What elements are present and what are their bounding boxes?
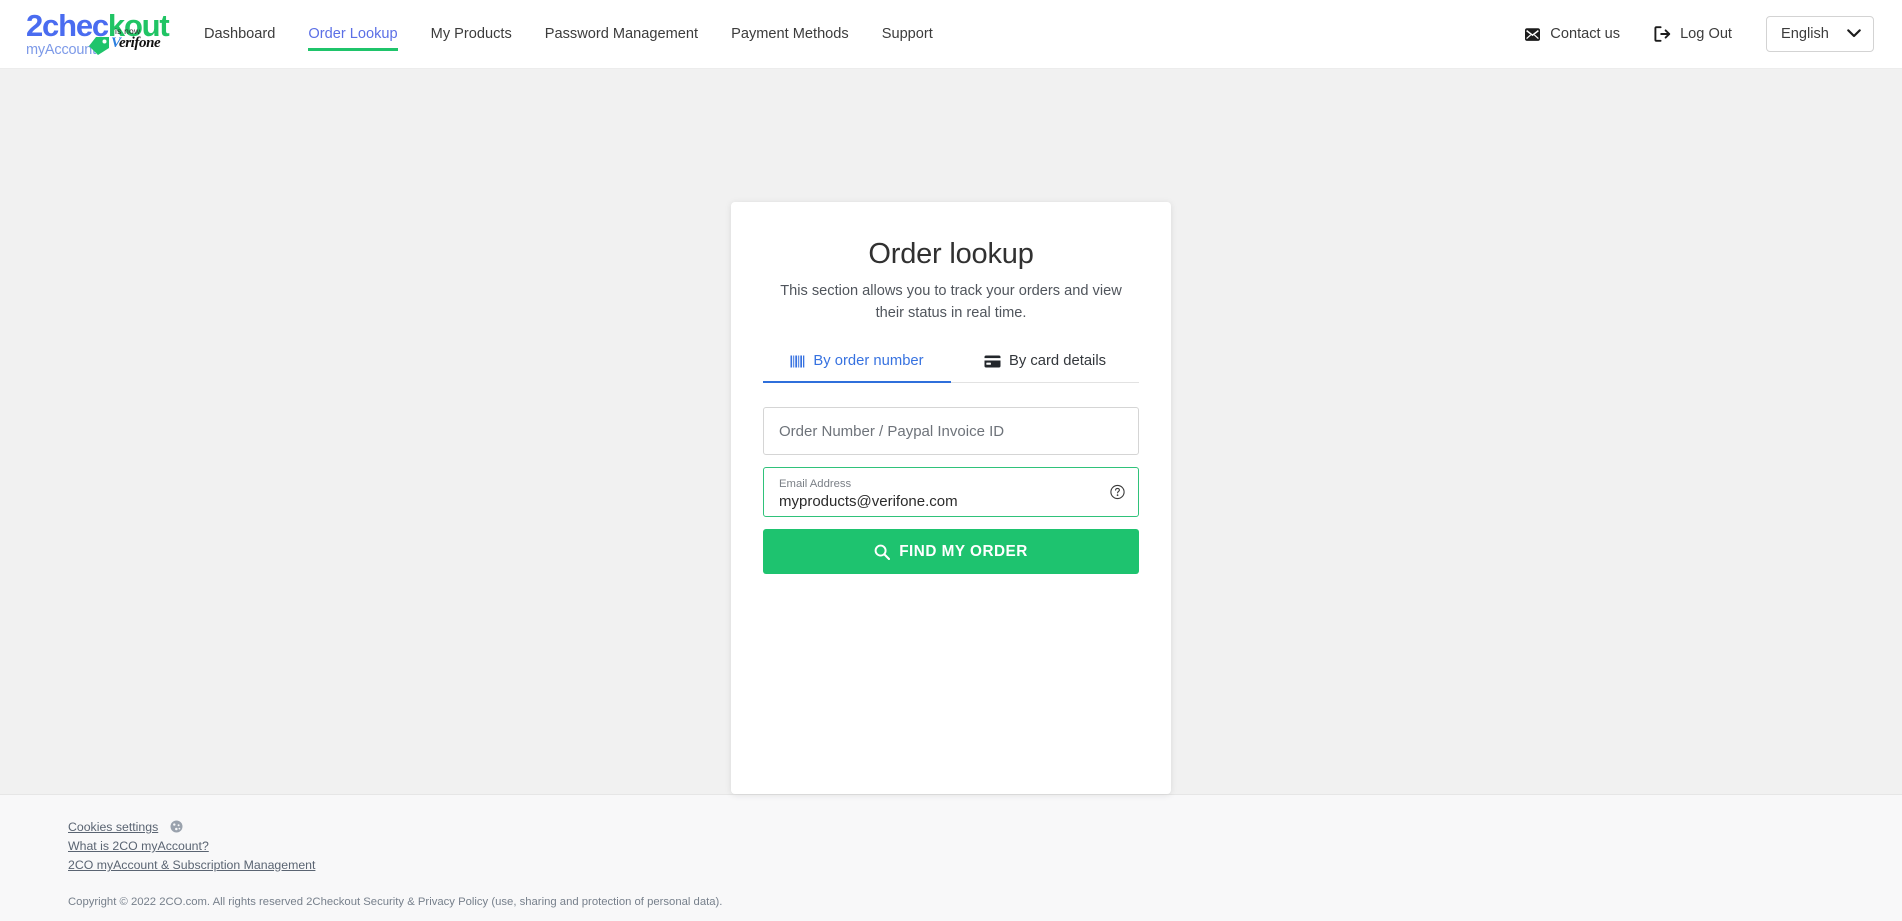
search-icon [874,544,890,560]
nav-item-payment-methods[interactable]: Payment Methods [731,0,849,69]
top-header: 2checkout myAccount is now Verifone Dash… [0,0,1902,69]
nav-item-my-products[interactable]: My Products [431,0,512,69]
chevron-down-icon [1847,26,1861,42]
contact-us-link[interactable]: Contact us [1524,26,1620,42]
footer-row-cookies: Cookies settings [68,818,1902,837]
barcode-icon [790,355,805,368]
tab-by-order-number[interactable]: By order number [763,346,951,382]
copyright-text: Copyright © 2022 2CO.com. All rights res… [68,896,1902,908]
language-select[interactable]: English [1766,16,1874,52]
page-title: Order lookup [763,238,1139,271]
lookup-tabs: By order number By card details [763,346,1139,383]
page-body: Order lookup This section allows you to … [0,69,1902,794]
language-select-value: English [1781,26,1829,42]
log-out-label: Log Out [1680,26,1732,42]
nav-item-dashboard[interactable]: Dashboard [204,0,275,69]
contact-us-label: Contact us [1550,26,1620,42]
footer-row-what-is: What is 2CO myAccount? [68,837,1902,856]
page-description: This section allows you to track your or… [769,280,1133,324]
help-circle-icon[interactable] [1110,485,1125,500]
tab-by-card-details[interactable]: By card details [951,346,1139,382]
tab-by-card-details-label: By card details [1009,353,1106,369]
find-my-order-label: FIND MY ORDER [899,543,1028,561]
email-address-input[interactable]: Email Address myproducts@verifone.com [763,467,1139,517]
log-out-link[interactable]: Log Out [1654,26,1732,42]
email-address-label: Email Address [779,477,851,491]
main-navigation: Dashboard Order Lookup My Products Passw… [204,0,933,69]
email-address-value: myproducts@verifone.com [779,492,958,512]
verifone-wordmark: Verifone [111,35,160,52]
credit-card-icon [984,355,1001,368]
price-tag-icon [88,36,110,56]
tab-by-order-number-label: By order number [813,353,923,369]
order-number-input[interactable]: Order Number / Paypal Invoice ID [763,407,1139,455]
footer-row-subscription: 2CO myAccount & Subscription Management [68,856,1902,875]
page-footer: Cookies settings What is 2CO myAccount? … [0,794,1902,921]
nav-item-password-management[interactable]: Password Management [545,0,698,69]
header-actions: Contact us Log Out English [1524,16,1874,52]
nav-item-support[interactable]: Support [882,0,933,69]
order-lookup-card: Order lookup This section allows you to … [731,202,1171,794]
verifone-rest: erifone [119,35,160,51]
logout-icon [1654,26,1671,42]
footer-link-what-is-myaccount[interactable]: What is 2CO myAccount? [68,837,209,855]
order-number-placeholder: Order Number / Paypal Invoice ID [779,423,1004,440]
verifone-initial: V [111,35,119,51]
footer-link-subscription-management[interactable]: 2CO myAccount & Subscription Management [68,856,315,874]
footer-link-cookies-settings[interactable]: Cookies settings [68,818,158,836]
verifone-badge: is now Verifone [88,26,176,60]
find-my-order-button[interactable]: FIND MY ORDER [763,529,1139,574]
nav-item-order-lookup[interactable]: Order Lookup [308,0,397,69]
site-logo[interactable]: 2checkout myAccount is now Verifone [26,6,176,62]
envelope-icon [1524,27,1541,42]
cookie-icon[interactable] [170,820,183,833]
